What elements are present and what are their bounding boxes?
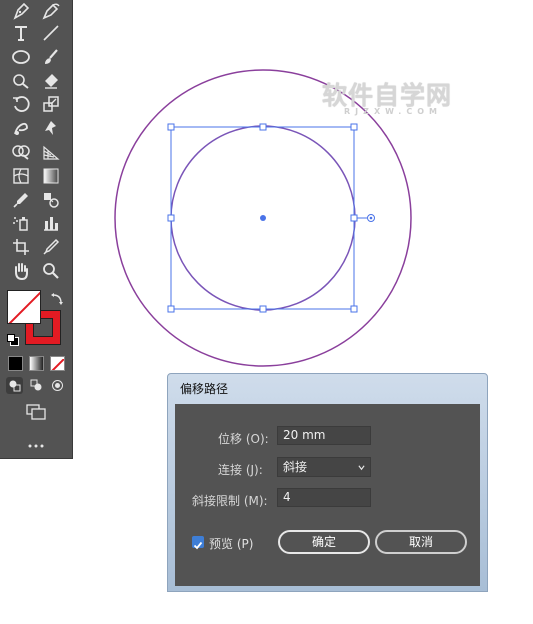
scale-icon[interactable] xyxy=(38,93,64,115)
checkmark-icon xyxy=(193,541,203,550)
symbol-sprayer-icon[interactable] xyxy=(8,212,34,234)
watermark: 软件自学网 RJZXW.COM xyxy=(322,81,453,117)
edit-toolbar-icon[interactable] xyxy=(26,436,46,448)
rotate-icon[interactable] xyxy=(8,93,34,115)
gradient-icon[interactable] xyxy=(38,165,64,187)
perspective-grid-icon[interactable] xyxy=(38,141,64,163)
handle-middle-right xyxy=(350,214,358,222)
line-icon[interactable] xyxy=(38,22,64,44)
handle-bottom-right xyxy=(350,305,358,313)
handle-bottom-left xyxy=(167,305,175,313)
paintbrush-icon[interactable] xyxy=(38,46,64,68)
center-point xyxy=(260,215,266,221)
none-mode-button[interactable] xyxy=(50,356,65,371)
shaper-icon[interactable] xyxy=(8,70,34,92)
screen-mode-icon[interactable] xyxy=(25,403,47,421)
type-icon[interactable] xyxy=(8,22,34,44)
curvature-icon[interactable] xyxy=(38,0,64,22)
dialog-title: 偏移路径 xyxy=(180,382,229,396)
handle-top-center xyxy=(259,123,267,131)
tools-panel xyxy=(0,0,73,459)
watermark-url: RJZXW.COM xyxy=(344,107,442,116)
handle-bottom-center xyxy=(259,305,267,313)
mesh-icon[interactable] xyxy=(8,165,34,187)
swap-fill-stroke-icon[interactable] xyxy=(50,291,64,305)
zoom-icon[interactable] xyxy=(38,260,64,282)
dialog-body: 位移 (O): 20 mm 连接 (J): 斜接 斜接限制 (M): 4 预览 … xyxy=(175,404,480,586)
draw-normal-icon[interactable] xyxy=(6,377,23,394)
preview-label: 预览 (P) xyxy=(209,537,254,551)
draw-inside-icon[interactable] xyxy=(49,377,66,394)
draw-behind-icon[interactable] xyxy=(28,377,45,394)
slice-icon[interactable] xyxy=(38,236,64,258)
preview-checkbox[interactable] xyxy=(192,536,204,550)
joins-selected-value: 斜接 xyxy=(283,460,308,474)
color-mode-button[interactable] xyxy=(8,356,23,371)
puppet-warp-icon[interactable] xyxy=(38,117,64,139)
cancel-button[interactable]: 取消 xyxy=(375,530,467,554)
chevron-down-icon xyxy=(358,465,365,471)
offset-path-dialog: 偏移路径 位移 (O): 20 mm 连接 (J): 斜接 斜接限制 (M): … xyxy=(167,373,488,592)
fill-stroke-selector xyxy=(7,290,65,348)
offset-input[interactable]: 20 mm xyxy=(277,426,371,445)
eraser-icon[interactable] xyxy=(38,70,64,92)
warp-icon[interactable] xyxy=(8,117,34,139)
artboard-icon[interactable] xyxy=(8,236,34,258)
eyedropper-icon[interactable] xyxy=(8,189,34,211)
joins-select[interactable]: 斜接 xyxy=(277,457,371,477)
blend-icon[interactable] xyxy=(38,189,64,211)
fill-swatch-none[interactable] xyxy=(7,290,41,324)
shape-builder-icon[interactable] xyxy=(8,141,34,163)
offset-label: 位移 (O): xyxy=(218,432,269,446)
ok-button[interactable]: 确定 xyxy=(278,530,370,554)
hand-icon[interactable] xyxy=(8,260,34,282)
handle-top-left xyxy=(167,123,175,131)
watermark-text: 软件自学网 xyxy=(322,81,453,110)
ellipse-icon[interactable] xyxy=(8,46,34,68)
miter-limit-input[interactable]: 4 xyxy=(277,488,371,507)
joins-label: 连接 (J): xyxy=(218,463,263,477)
miter-limit-label: 斜接限制 (M): xyxy=(192,494,268,508)
default-fill-stroke-icon[interactable] xyxy=(7,334,19,346)
gradient-mode-button[interactable] xyxy=(29,356,44,371)
pen-icon[interactable] xyxy=(8,0,34,22)
column-graph-icon[interactable] xyxy=(38,212,64,234)
handle-top-right xyxy=(350,123,358,131)
handle-middle-left xyxy=(167,214,175,222)
